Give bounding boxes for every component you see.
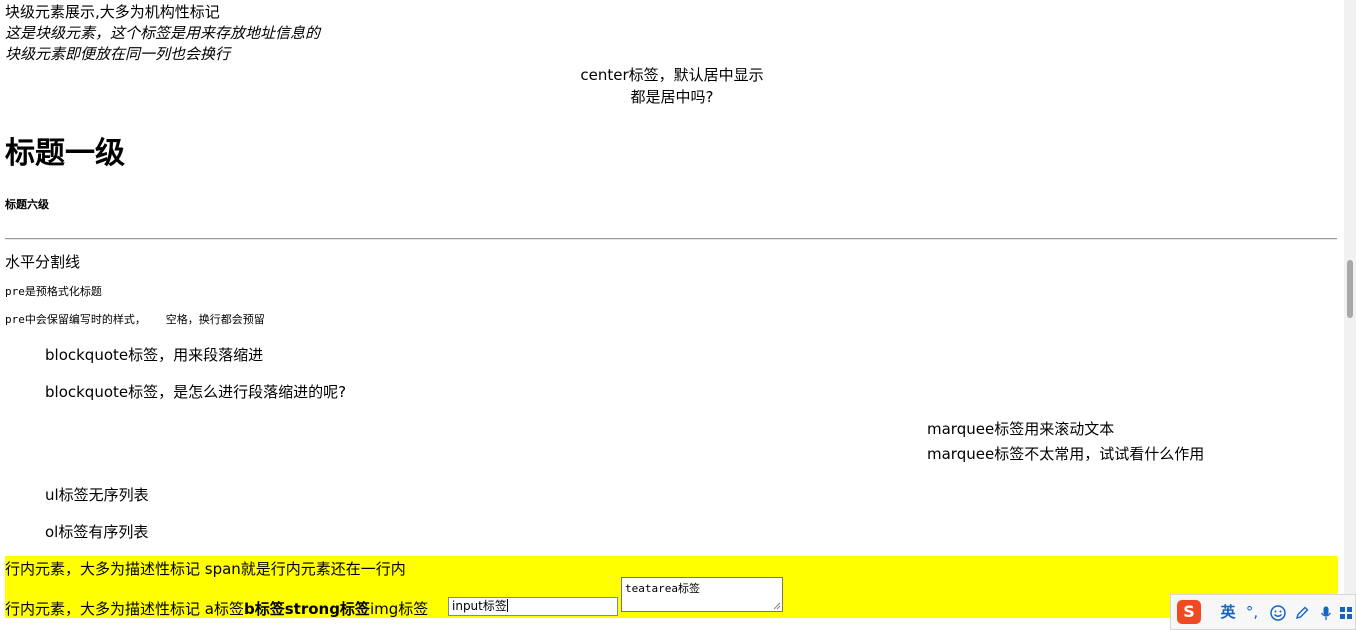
inline-line-1: 行内元素，大多为描述性标记 span就是行内元素还在一行内 xyxy=(5,560,406,578)
text-cursor xyxy=(506,599,508,612)
text-input-value: input标签 xyxy=(452,599,507,613)
textarea[interactable]: teatarea标签 xyxy=(621,577,783,612)
heading-h1: 标题一级 xyxy=(5,136,125,171)
textarea-value: teatarea标签 xyxy=(625,582,700,595)
page-content: 块级元素展示,大多为机构性标记 这是块级元素，这个标签是用来存放地址信息的 块级… xyxy=(0,0,1344,630)
img-element-label: img标签 xyxy=(369,600,429,618)
marquee-line-2: marquee标签不太常用，试试看什么作用 xyxy=(927,445,1205,463)
blockquote-2: blockquote标签，是怎么进行段落缩进的呢? xyxy=(45,383,347,401)
resize-handle-icon[interactable] xyxy=(773,602,781,610)
address-line-2: 块级元素即便放在同一列也会换行 xyxy=(5,45,231,63)
block-heading-text: 块级元素展示,大多为机构性标记 xyxy=(5,3,220,21)
hr-caption: 水平分割线 xyxy=(5,253,81,271)
blockquote-1: blockquote标签，用来段落缩进 xyxy=(45,346,264,364)
text-input[interactable]: input标签 xyxy=(448,597,618,616)
ime-punctuation-toggle[interactable]: °, xyxy=(1241,595,1263,629)
center-line-2: 都是居中吗? xyxy=(630,88,714,106)
ime-toolbar: S 英 °, xyxy=(1170,594,1356,630)
marquee-line-1: marquee标签用来滚动文本 xyxy=(927,420,1115,438)
address-line-1: 这是块级元素，这个标签是用来存放地址信息的 xyxy=(5,24,321,42)
center-line-1: center标签，默认居中显示 xyxy=(580,66,764,84)
strong-element: strong标签 xyxy=(284,600,370,618)
ol-list-item: ol标签有序列表 xyxy=(45,523,149,541)
microphone-icon[interactable] xyxy=(1315,595,1337,629)
ime-language-toggle[interactable]: 英 xyxy=(1217,595,1239,629)
inline-line-2: 行内元素，大多为描述性标记 a标签b标签strong标签img标签 xyxy=(5,598,428,619)
grid-icon[interactable] xyxy=(1337,595,1355,629)
pre-line-2: pre中会保留编写时的样式， 空格，换行都会预留 xyxy=(5,313,265,326)
pen-icon[interactable] xyxy=(1291,595,1313,629)
heading-h6: 标题六级 xyxy=(5,198,49,211)
inline-line-2-prefix: 行内元素，大多为描述性标记 a标签 xyxy=(5,600,244,618)
vertical-scrollbar[interactable] xyxy=(1344,0,1356,630)
sogou-logo-icon[interactable]: S xyxy=(1177,600,1201,624)
smile-icon[interactable] xyxy=(1267,595,1289,629)
horizontal-rule xyxy=(5,238,1337,240)
scrollbar-thumb[interactable] xyxy=(1347,260,1353,318)
pre-line-1: pre是预格式化标题 xyxy=(5,285,102,298)
b-element: b标签 xyxy=(243,600,285,618)
ul-list-item: ul标签无序列表 xyxy=(45,486,149,504)
